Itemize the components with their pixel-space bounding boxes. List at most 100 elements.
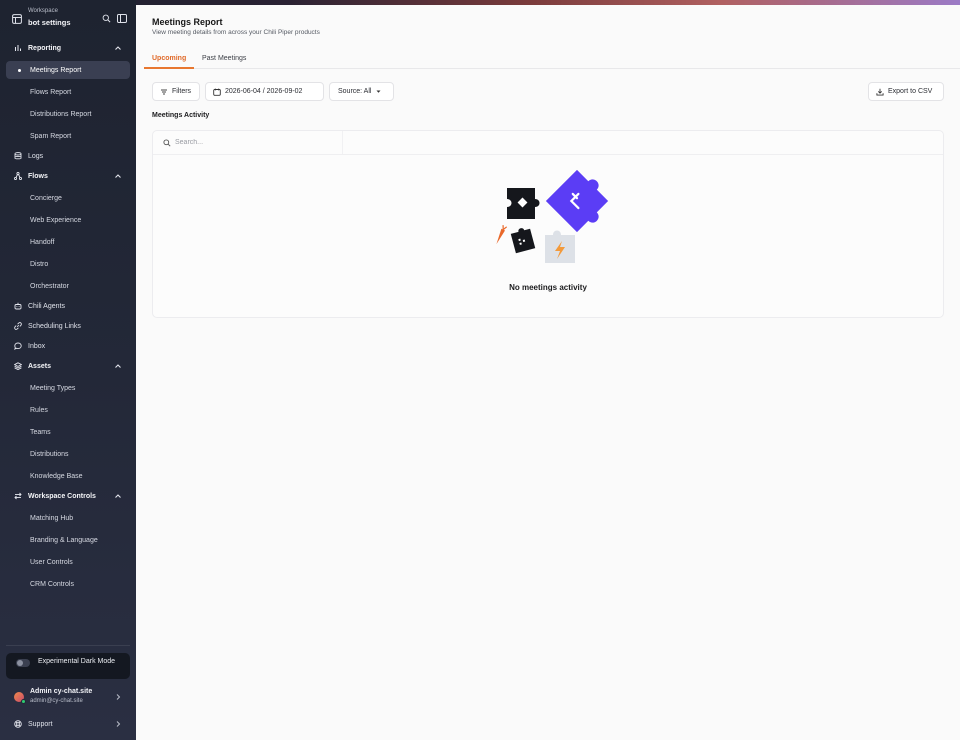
sidebar-item-inbox[interactable]: Inbox bbox=[6, 337, 130, 355]
sidebar-item-branding-language[interactable]: Branding & Language bbox=[6, 531, 130, 549]
tab-upcoming[interactable]: Upcoming bbox=[144, 53, 195, 69]
sidebar-item-label: Scheduling Links bbox=[28, 322, 81, 330]
sidebar-item-distro[interactable]: Distro bbox=[6, 255, 130, 273]
switch-knob bbox=[17, 660, 23, 666]
sidebar-group-label: Workspace Controls bbox=[28, 492, 96, 500]
sidebar-item-teams[interactable]: Teams bbox=[6, 423, 130, 441]
chevron-up-icon bbox=[115, 494, 121, 498]
caret-down-icon bbox=[376, 90, 381, 93]
sidebar-group-flows[interactable]: Flows bbox=[6, 167, 130, 185]
section-title: Meetings Activity bbox=[152, 112, 210, 119]
search-input[interactable] bbox=[175, 136, 335, 149]
filters-label: Filters bbox=[172, 88, 192, 95]
sidebar-item-label: CRM Controls bbox=[30, 580, 74, 588]
sidebar-group-label: Reporting bbox=[28, 44, 62, 52]
export-csv-button[interactable]: Export to CSV bbox=[868, 82, 944, 101]
dark-mode-toggle-card[interactable]: Experimental Dark Mode bbox=[6, 653, 130, 679]
sidebar-item-label: Logs bbox=[28, 152, 44, 160]
user-name: Admin cy-chat.site bbox=[30, 688, 93, 695]
download-icon bbox=[876, 88, 884, 96]
sidebar-item-handoff[interactable]: Handoff bbox=[6, 233, 130, 251]
sidebar-item-label: Flows Report bbox=[30, 88, 72, 96]
sidebar-item-label: Orchestrator bbox=[30, 282, 69, 290]
dark-mode-switch[interactable] bbox=[16, 659, 30, 667]
chat-bubble-icon bbox=[14, 342, 22, 350]
sidebar-item-web-experience[interactable]: Web Experience bbox=[6, 211, 130, 229]
filter-icon bbox=[161, 89, 167, 94]
sidebar-item-flows-report[interactable]: Flows Report bbox=[6, 83, 130, 101]
meetings-activity-card: No meetings activity bbox=[152, 130, 944, 318]
dark-mode-label: Experimental Dark Mode bbox=[38, 658, 116, 665]
sidebar-item-label: Knowledge Base bbox=[30, 472, 83, 480]
source-label: Source: All bbox=[338, 88, 372, 95]
sidebar-item-label: User Controls bbox=[30, 558, 73, 566]
sidebar-item-distributions-report[interactable]: Distributions Report bbox=[6, 105, 130, 123]
sidebar-item-knowledge-base[interactable]: Knowledge Base bbox=[6, 467, 130, 485]
sidebar-group-workspace-controls[interactable]: Workspace Controls bbox=[6, 487, 130, 505]
sidebar-item-label: Meetings Report bbox=[30, 66, 82, 74]
sidebar: Workspace bot settings Reporting Meeting… bbox=[0, 0, 136, 740]
workspace-switcher[interactable]: Workspace bot settings bbox=[12, 8, 132, 30]
sidebar-item-label: Support bbox=[28, 720, 53, 728]
calendar-icon bbox=[213, 88, 221, 96]
search-box bbox=[153, 131, 343, 154]
filters-button[interactable]: Filters bbox=[152, 82, 200, 101]
sidebar-item-support[interactable]: Support bbox=[6, 716, 130, 732]
sidebar-item-orchestrator[interactable]: Orchestrator bbox=[6, 277, 130, 295]
date-range-picker[interactable]: 2026-06-04 / 2026-09-02 bbox=[205, 82, 324, 101]
sidebar-item-label: Matching Hub bbox=[30, 514, 74, 522]
tab-past-meetings[interactable]: Past Meetings bbox=[194, 53, 254, 69]
sidebar-item-concierge[interactable]: Concierge bbox=[6, 189, 130, 207]
sidebar-item-logs[interactable]: Logs bbox=[6, 147, 130, 165]
workspace-icon bbox=[12, 14, 22, 24]
layers-icon bbox=[14, 362, 22, 370]
arrows-exchange-icon bbox=[14, 492, 22, 500]
sidebar-item-spam-report[interactable]: Spam Report bbox=[6, 127, 130, 145]
sidebar-group-label: Flows bbox=[28, 172, 48, 180]
collapse-sidebar-icon[interactable] bbox=[117, 14, 127, 23]
flow-icon bbox=[14, 172, 22, 180]
sidebar-item-crm-controls[interactable]: CRM Controls bbox=[6, 575, 130, 593]
page-title: Meetings Report bbox=[152, 17, 223, 27]
sidebar-item-user-controls[interactable]: User Controls bbox=[6, 553, 130, 571]
sidebar-item-label: Rules bbox=[30, 406, 48, 414]
sidebar-item-label: Inbox bbox=[28, 342, 46, 350]
sidebar-item-rules[interactable]: Rules bbox=[6, 401, 130, 419]
sidebar-item-label: Chili Agents bbox=[28, 302, 65, 310]
empty-state-message: No meetings activity bbox=[509, 283, 587, 292]
search-icon bbox=[163, 139, 171, 147]
sidebar-item-scheduling-links[interactable]: Scheduling Links bbox=[6, 317, 130, 335]
bot-icon bbox=[14, 302, 22, 310]
sidebar-item-label: Distro bbox=[30, 260, 49, 268]
export-label: Export to CSV bbox=[888, 88, 933, 95]
sidebar-item-label: Distributions bbox=[30, 450, 69, 458]
sidebar-group-reporting[interactable]: Reporting bbox=[6, 39, 130, 57]
sidebar-item-label: Teams bbox=[30, 428, 51, 436]
sidebar-item-matching-hub[interactable]: Matching Hub bbox=[6, 509, 130, 527]
page-subtitle: View meeting details from across your Ch… bbox=[152, 29, 320, 36]
sidebar-group-label: Assets bbox=[28, 362, 51, 370]
source-dropdown[interactable]: Source: All bbox=[329, 82, 394, 101]
sidebar-item-meeting-types[interactable]: Meeting Types bbox=[6, 379, 130, 397]
sidebar-item-label: Branding & Language bbox=[30, 536, 98, 544]
sidebar-item-label: Distributions Report bbox=[30, 110, 92, 118]
sidebar-item-distributions[interactable]: Distributions bbox=[6, 445, 130, 463]
user-menu[interactable]: Admin cy-chat.site admin@cy-chat.site bbox=[6, 686, 130, 708]
search-icon[interactable] bbox=[102, 14, 111, 23]
tab-bar: Upcoming Past Meetings bbox=[144, 53, 960, 69]
sidebar-item-meetings-report[interactable]: Meetings Report bbox=[6, 61, 130, 79]
sidebar-divider bbox=[6, 645, 130, 646]
lifebuoy-icon bbox=[14, 720, 22, 728]
workspace-name: bot settings bbox=[28, 18, 71, 27]
sidebar-item-label: Web Experience bbox=[30, 216, 82, 224]
sidebar-group-assets[interactable]: Assets bbox=[6, 357, 130, 375]
link-icon bbox=[14, 322, 22, 330]
search-row bbox=[153, 131, 943, 155]
workspace-label: Workspace bbox=[28, 8, 58, 14]
sidebar-item-label: Handoff bbox=[30, 238, 55, 246]
bar-chart-icon bbox=[15, 45, 21, 51]
sidebar-item-label: Meeting Types bbox=[30, 384, 76, 392]
user-email: admin@cy-chat.site bbox=[30, 698, 83, 704]
chevron-up-icon bbox=[115, 174, 121, 178]
sidebar-item-chili-agents[interactable]: Chili Agents bbox=[6, 297, 130, 315]
